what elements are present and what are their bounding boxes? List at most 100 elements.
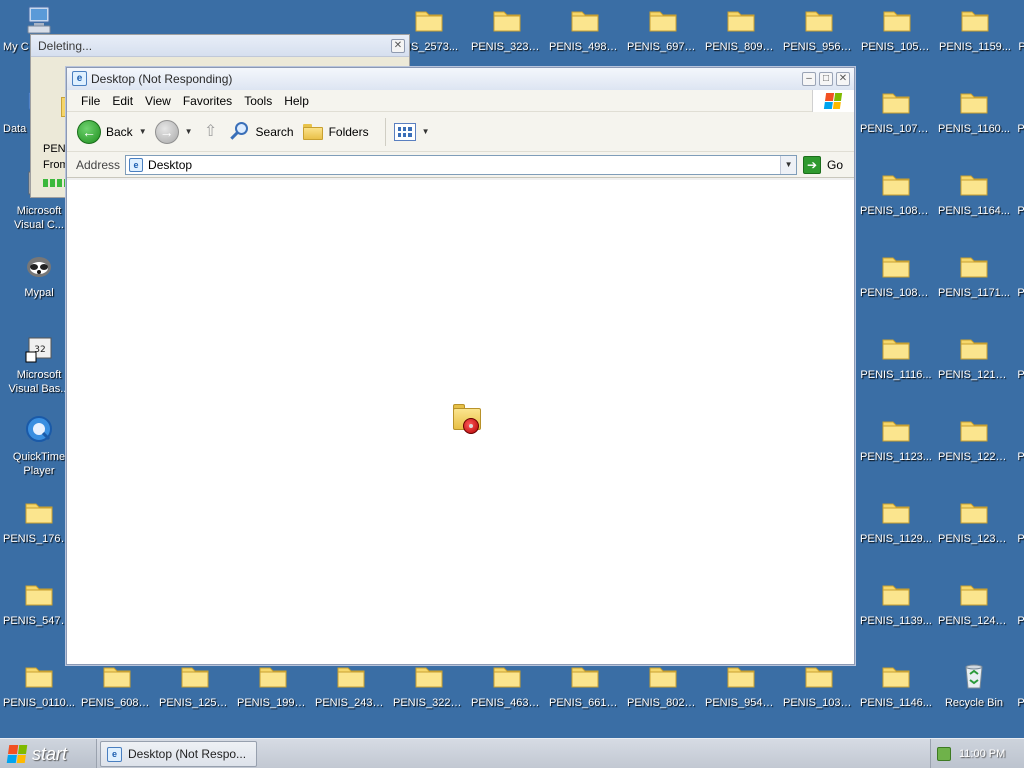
desktop-icon-folder[interactable]: PENIS_1083... (858, 166, 934, 236)
desktop-icon-folder[interactable]: PENIS_8092... (703, 2, 779, 72)
folder-icon (960, 339, 988, 360)
back-label: Back (106, 124, 133, 139)
menu-help[interactable]: Help (278, 94, 315, 108)
desktop-icon-folder[interactable]: PENIS_3237... (469, 2, 545, 72)
folder-content-area[interactable] (67, 180, 854, 664)
desktop-icon-folder[interactable]: P (1016, 166, 1024, 236)
desktop-icon-folder[interactable]: PENIS_6086... (79, 658, 155, 728)
system-tray: 11:00 PM (930, 739, 1024, 768)
desktop-icon-folder[interactable]: PENIS_1248... (936, 576, 1012, 646)
menu-file[interactable]: File (75, 94, 106, 108)
desktop-icon-folder[interactable]: PENIS_1123... (858, 412, 934, 482)
desktop-icon-label: PENIS_1159... (939, 41, 1011, 53)
desktop-icon-folder[interactable]: PENIS_9563... (781, 2, 857, 72)
desktop-icon-folder[interactable]: PENIS_2434... (313, 658, 389, 728)
menu-edit[interactable]: Edit (106, 94, 139, 108)
folder-icon (960, 257, 988, 278)
desktop-icon-folder[interactable]: PENIS_6972... (625, 2, 701, 72)
desktop-icon-folder[interactable]: PENIS_1038... (781, 658, 857, 728)
address-input[interactable]: e Desktop ▼ (125, 154, 798, 175)
desktop-icon-label: PENIS_1038... (783, 697, 856, 709)
close-button[interactable]: ✕ (391, 39, 405, 53)
busy-folder-icon (451, 402, 485, 436)
clock[interactable]: 11:00 PM (959, 748, 1005, 760)
desktop-icon-folder[interactable]: PENIS_1129... (858, 494, 934, 564)
menu-view[interactable]: View (139, 94, 177, 108)
desktop-icon-label: P (1016, 40, 1024, 54)
desktop-icon-folder[interactable]: P (1016, 494, 1024, 564)
network-icon[interactable] (937, 747, 951, 761)
desktop-icon-folder[interactable]: PENIS_1089... (858, 248, 934, 318)
folders-label: Folders (328, 124, 369, 139)
desktop-icon-label: PENIS_6972... (627, 41, 700, 53)
chevron-down-icon[interactable]: ▼ (185, 127, 193, 136)
desktop-icon-folder[interactable]: PENIS_1219... (936, 330, 1012, 400)
desktop-icon-folder[interactable]: P (1016, 658, 1024, 728)
forward-button[interactable]: → ▼ (154, 119, 193, 144)
desktop-icon-folder[interactable]: PENIS_1164... (936, 166, 1012, 236)
desktop-icon-folder[interactable]: PENIS_4987... (547, 2, 623, 72)
desktop-icon-label: PENIS_1160... (938, 123, 1010, 135)
desktop-icon-folder[interactable]: PENIS_1171... (936, 248, 1012, 318)
desktop-icon-label: PENIS_9540... (705, 697, 778, 709)
folder-icon (960, 585, 988, 606)
folders-button[interactable]: Folders (302, 123, 369, 141)
taskbar-button-desktop[interactable]: e Desktop (Not Respo... (100, 741, 257, 767)
desktop-icon-folder[interactable]: PENIS_9540... (703, 658, 779, 728)
desktop-icon-folder[interactable]: PENIS_1079... (858, 84, 934, 154)
desktop-icon-label: PENIS_3237... (471, 41, 544, 53)
maximize-button[interactable]: □ (819, 72, 833, 86)
go-arrow-icon: ➔ (803, 155, 822, 174)
close-button[interactable]: ✕ (836, 72, 850, 86)
desktop-icon-label: P (1017, 123, 1024, 135)
desktop-icon-folder[interactable]: PENIS_8028... (625, 658, 701, 728)
desktop-icon-folder[interactable]: PENIS_6612... (547, 658, 623, 728)
chevron-down-icon[interactable]: ▼ (780, 155, 797, 174)
taskbar-button-label: Desktop (Not Respo... (128, 747, 247, 761)
desktop-icon-folder[interactable]: PENIS_1146... (858, 658, 934, 728)
desktop-icon-folder[interactable]: PENIS_4635... (469, 658, 545, 728)
desktop-icon-folder[interactable]: P (1016, 330, 1024, 400)
desktop-icon-recycle-bin[interactable]: Recycle Bin (936, 658, 1012, 728)
desktop-icon-folder[interactable]: PENIS_3229... (391, 658, 467, 728)
start-button[interactable]: start (0, 739, 97, 768)
search-button[interactable]: Search (229, 121, 294, 143)
desktop-icon-folder[interactable]: PENIS_1139... (858, 576, 934, 646)
folder-icon (805, 11, 833, 32)
menu-tools[interactable]: Tools (238, 94, 278, 108)
up-folder-button[interactable]: ⇧ (201, 122, 221, 142)
desktop-icon-folder[interactable]: P (1016, 2, 1024, 72)
desktop-icon-label: P (1017, 697, 1024, 709)
desktop-icon-label: PENIS_1164... (938, 205, 1010, 217)
desktop-icon-folder[interactable]: P (1016, 84, 1024, 154)
explorer-window[interactable]: e Desktop (Not Responding) – □ ✕ File Ed… (66, 67, 855, 665)
minimize-button[interactable]: – (802, 72, 816, 86)
mypal-icon (27, 257, 51, 277)
standard-toolbar: ← Back ▼ → ▼ ⇧ Search Folders ▼ (67, 112, 854, 152)
desktop-icon-folder[interactable]: PENIS_1222... (936, 412, 1012, 482)
desktop-icon-folder[interactable]: PENIS_1159... (937, 2, 1013, 72)
desktop-icon-folder[interactable]: PENIS_1259... (157, 658, 233, 728)
chevron-down-icon[interactable]: ▼ (139, 127, 147, 136)
chevron-down-icon[interactable]: ▼ (422, 127, 430, 136)
desktop-icon-folder[interactable]: PENIS_1238... (936, 494, 1012, 564)
desktop-icon-folder[interactable]: P (1016, 248, 1024, 318)
windows-logo-icon (812, 90, 854, 112)
desktop-icon-folder[interactable]: P (1016, 412, 1024, 482)
desktop-icon-folder[interactable]: PENIS_1116... (858, 330, 934, 400)
ie-icon: e (72, 71, 87, 86)
window-titlebar[interactable]: e Desktop (Not Responding) – □ ✕ (67, 68, 854, 90)
views-button[interactable]: ▼ (393, 122, 430, 141)
menu-favorites[interactable]: Favorites (177, 94, 238, 108)
desktop-icon-folder[interactable]: P (1016, 576, 1024, 646)
go-button[interactable]: ➔ Go (803, 155, 843, 174)
folder-icon (882, 585, 910, 606)
desktop-icon-folder[interactable]: PENIS_1990... (235, 658, 311, 728)
back-button[interactable]: ← Back ▼ (77, 119, 147, 144)
desktop-icon-folder[interactable]: PENIS_1051... (859, 2, 935, 72)
desktop-icon-folder[interactable]: PENIS_0110... (1, 658, 77, 728)
desktop-icon-folder[interactable]: PENIS_1160... (936, 84, 1012, 154)
back-arrow-icon: ← (77, 119, 101, 144)
deleting-dialog-titlebar[interactable]: Deleting... ✕ (31, 35, 409, 57)
desktop-icon-label: PENIS_6612... (549, 697, 622, 709)
